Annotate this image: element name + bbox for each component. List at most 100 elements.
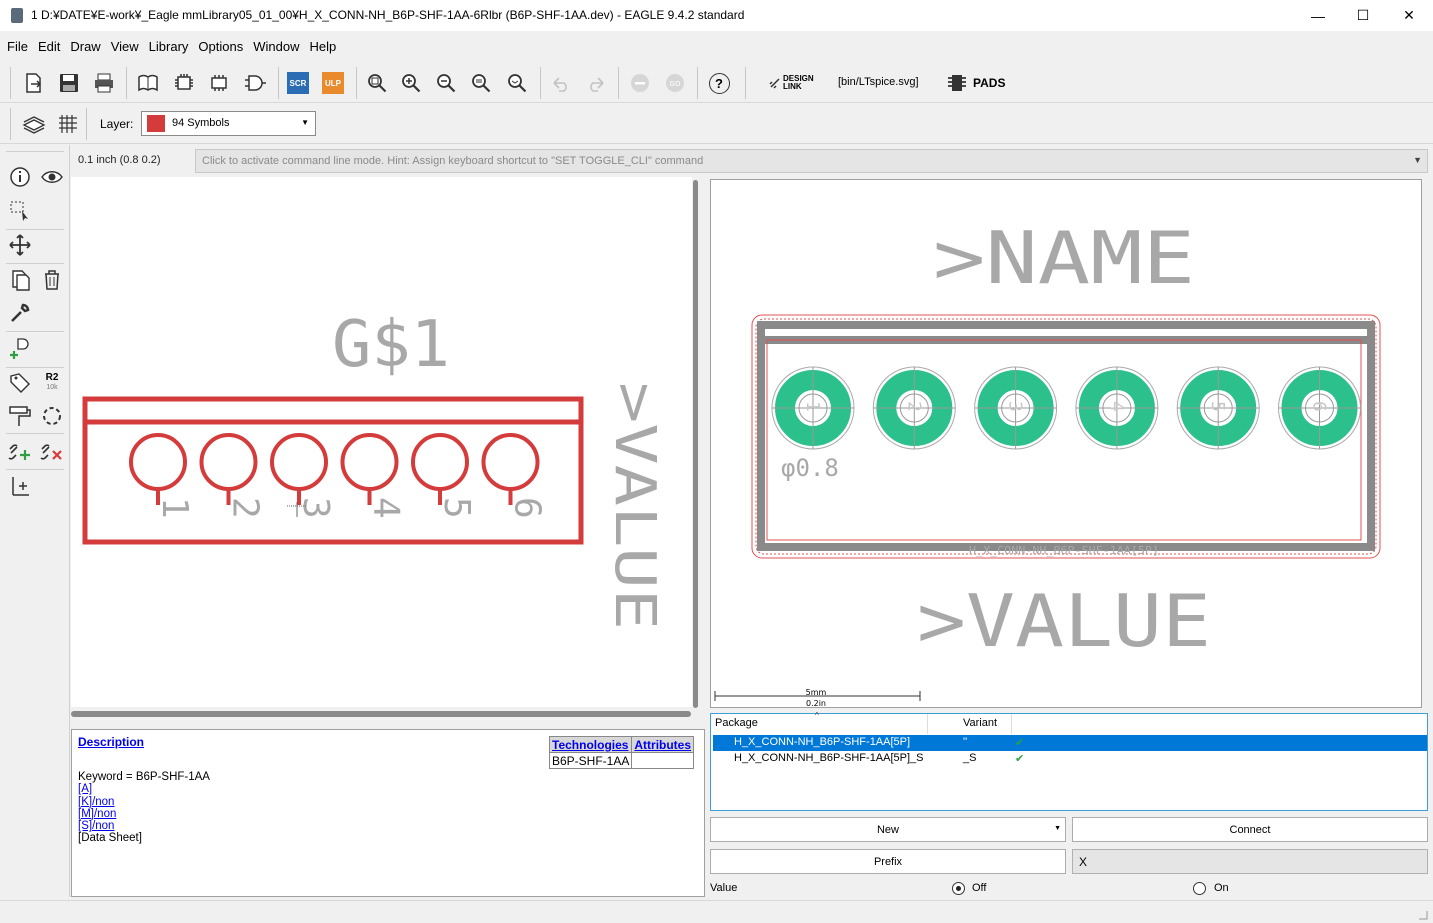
maximize-button[interactable]: ☐ [1340,0,1386,31]
disconnect-tool[interactable] [38,437,66,465]
script-path-dropdown[interactable]: [bin/LTspice.svg] [838,76,919,88]
change-tool[interactable] [6,299,34,327]
save-button[interactable] [55,69,83,97]
show-tool[interactable] [38,163,66,191]
zoom-redraw-button[interactable] [467,69,495,97]
mirror-tool[interactable] [38,402,66,430]
link-k-non[interactable]: /non [92,796,114,808]
smash-tool[interactable] [6,402,34,430]
symbol-pins: 1 2 3 4 5 6 [129,433,548,519]
tool-grip [6,151,64,152]
minimize-button[interactable]: — [1295,0,1341,31]
pads-chip-button[interactable] [943,69,971,97]
connect-button[interactable]: Connect [1072,817,1428,842]
symbol-horizontal-scrollbar[interactable] [71,711,691,717]
zoom-select-button[interactable] [503,69,531,97]
print-button[interactable] [90,69,118,97]
zoom-fit-button[interactable] [363,69,391,97]
layer-dropdown[interactable]: 94 Symbols ▼ [141,111,316,136]
open-file-button[interactable] [20,69,48,97]
value-off-label[interactable]: Off [972,882,986,894]
copy-tool[interactable] [6,266,34,294]
group-tool[interactable] [6,197,34,225]
menu-draw[interactable]: Draw [63,36,103,58]
symbol-pin-circle [129,433,187,491]
go-icon: GO [666,74,684,92]
help-button[interactable]: ? [705,69,733,97]
delete-tool[interactable] [38,266,66,294]
link-m[interactable]: [M] [78,808,94,820]
grid-button[interactable] [54,110,82,138]
toolbar-grip [10,67,11,99]
symbol-vertical-scrollbar[interactable] [693,180,698,708]
tool-separator [6,469,64,470]
info-tool[interactable] [6,163,34,191]
chevron-down-icon[interactable]: ▼ [1413,155,1422,165]
device-button[interactable] [205,69,233,97]
technology-value[interactable]: B6P-SHF-1AA [548,752,633,769]
run-script-button[interactable]: SCR [284,69,312,97]
technologies-tab[interactable]: Technologies [548,736,633,753]
link-k[interactable]: [K] [78,796,92,808]
menu-edit[interactable]: Edit [31,36,63,58]
menu-library[interactable]: Library [142,36,192,58]
menu-view[interactable]: View [104,36,142,58]
layer-settings-button[interactable] [20,110,48,138]
attributes-tab[interactable]: Attributes [631,736,695,753]
library-book-button[interactable] [134,69,162,97]
tool-separator [6,367,64,368]
close-button[interactable]: ✕ [1386,0,1432,31]
link-icon [769,78,780,89]
menu-options[interactable]: Options [191,36,246,58]
link-m-non[interactable]: /non [94,808,116,820]
prefix-field[interactable]: X [1072,849,1428,874]
attribute-value[interactable] [631,752,695,769]
zoom-in-button[interactable] [397,69,425,97]
column-divider [927,714,928,734]
variant-row[interactable]: H_X_CONN-NH_B6P-SHF-1AA[5P]_S _S ✔ [713,751,1427,767]
description-link[interactable]: Description [78,735,144,749]
package-preview-canvas[interactable]: >NAME 1 2 3 4 5 6 φ0.8 H_X_CONN-NH_B6P-SHF-1A… [710,179,1422,708]
symbol-editor-canvas[interactable]: G$1 1 2 3 4 5 6 >VALUE [71,177,692,707]
toolbar-separator [86,108,87,140]
mark-tool[interactable] [6,472,34,500]
undo-button[interactable] [547,69,575,97]
command-line[interactable]: Click to activate command line mode. Hin… [195,149,1428,173]
column-header-package[interactable]: Package [715,717,758,729]
ulp-icon: ULP [322,72,344,94]
resize-grip-icon[interactable] [1415,907,1429,921]
design-link-button[interactable]: DESIGN LINK [764,69,822,97]
menu-file[interactable]: File [0,36,31,58]
run-ulp-button[interactable]: ULP [319,69,347,97]
add-tool[interactable] [6,335,34,363]
connect-tool[interactable] [6,437,34,465]
move-tool[interactable] [6,231,34,259]
stop-button[interactable] [626,69,654,97]
restrict-outline [755,318,1377,555]
package-name-text: >NAME [933,216,1195,300]
value-on-radio[interactable] [1193,882,1206,895]
keepout-outline [751,314,1381,559]
value-tool[interactable]: R2 10k [38,369,66,397]
go-button[interactable]: GO [661,69,689,97]
package-variant-list[interactable]: Package Variant ^ H_X_CONN-NH_B6P-SHF-1A… [710,711,1428,811]
status-bar [0,900,1433,923]
redo-button[interactable] [582,69,610,97]
zoom-out-button[interactable] [432,69,460,97]
tool-separator [6,331,64,332]
value-on-label[interactable]: On [1214,882,1229,894]
link-a[interactable]: [A] [78,783,92,795]
link-s[interactable]: [S] [78,820,92,832]
new-variant-button[interactable]: New ▼ [710,817,1066,842]
package-button[interactable] [170,69,198,97]
variant-row[interactable]: H_X_CONN-NH_B6P-SHF-1AA[5P] '' ✔ [713,735,1427,751]
pads-label[interactable]: PADS [973,76,1005,90]
link-s-non[interactable]: /non [92,820,114,832]
menu-window[interactable]: Window [246,36,302,58]
value-off-radio[interactable] [952,882,965,895]
prefix-button[interactable]: Prefix [710,849,1066,874]
symbol-button[interactable] [241,69,269,97]
column-header-variant[interactable]: Variant [963,717,997,729]
name-tool[interactable] [6,369,34,397]
menu-help[interactable]: Help [302,36,339,58]
